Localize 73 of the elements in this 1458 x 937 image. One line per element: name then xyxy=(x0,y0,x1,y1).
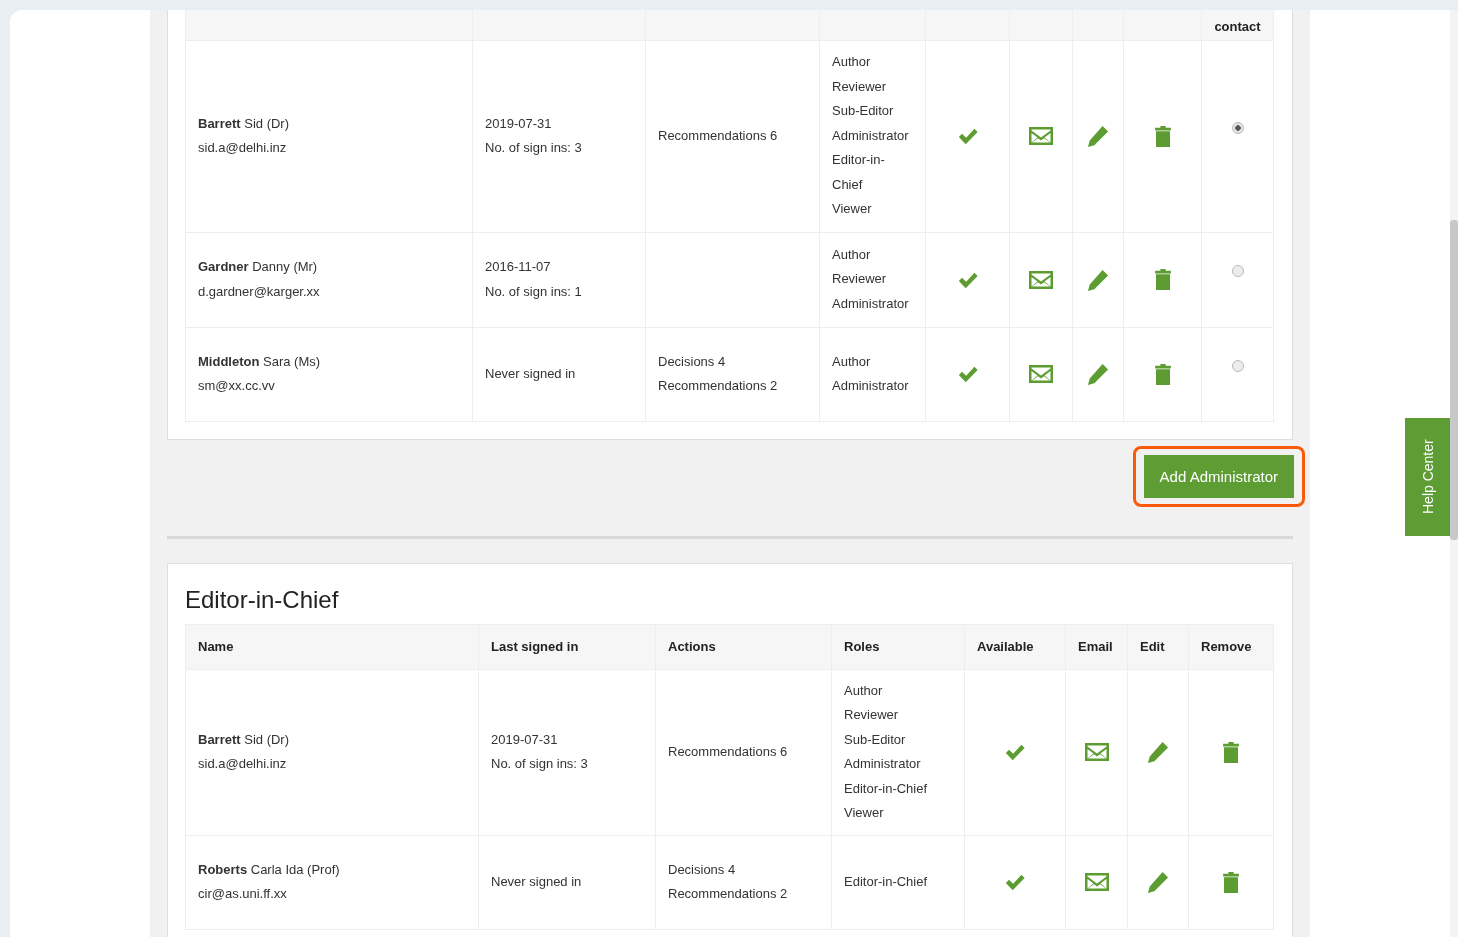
role-name: Editor-in-Chief xyxy=(844,872,929,891)
role-name: Sub-Editor xyxy=(844,730,907,749)
role-name: Author xyxy=(844,681,884,700)
action-count: Recommendations 6 xyxy=(658,126,779,145)
pencil-icon[interactable] xyxy=(1087,125,1109,147)
role-name: Administrator xyxy=(844,755,922,773)
scrollbar[interactable] xyxy=(1450,10,1458,937)
add-administrator-button[interactable]: Add Administrator xyxy=(1143,454,1294,498)
role-name: Administrator xyxy=(832,294,910,313)
trash-icon[interactable] xyxy=(1153,269,1172,290)
radio-button[interactable] xyxy=(1231,265,1244,277)
sign-in-info: Never signed in xyxy=(485,364,577,383)
column-header: Last signed in xyxy=(491,639,579,654)
pencil-icon[interactable] xyxy=(1147,871,1169,893)
radio-button[interactable] xyxy=(1231,359,1244,372)
user-name: Roberts Carla Ida (Prof) xyxy=(198,860,341,879)
user-name: Gardner Danny (Mr) xyxy=(198,258,319,276)
user-email: sid.a@delhi.inz xyxy=(198,755,288,773)
pencil-icon[interactable] xyxy=(1147,741,1169,763)
role-name: Administrator xyxy=(832,126,910,145)
action-count: Recommendations 6 xyxy=(668,742,789,761)
trash-icon[interactable] xyxy=(1153,363,1172,385)
user-email: sm@xx.cc.vv xyxy=(198,377,276,395)
pencil-icon[interactable] xyxy=(1087,363,1109,385)
column-header: contact xyxy=(1214,18,1261,34)
column-header: Email xyxy=(1078,639,1113,654)
sign-in-info: No. of sign ins: 3 xyxy=(485,139,583,157)
role-name: Author xyxy=(832,245,872,264)
role-name: Author xyxy=(832,53,872,72)
envelope-icon[interactable] xyxy=(1029,365,1053,383)
sign-in-info: 2016-11-07 xyxy=(485,258,552,276)
column-header: Actions xyxy=(668,639,716,654)
radio-button[interactable] xyxy=(1231,121,1244,134)
column-header: Edit xyxy=(1140,639,1165,654)
sign-in-info: 2019-07-31 xyxy=(491,730,559,749)
trash-icon[interactable] xyxy=(1222,871,1240,893)
action-count: Recommendations 2 xyxy=(668,885,789,903)
envelope-icon[interactable] xyxy=(1084,743,1109,761)
pencil-icon[interactable] xyxy=(1087,268,1109,291)
sign-in-info: No. of sign ins: 1 xyxy=(485,282,583,301)
role-name: Sub-Editor xyxy=(832,102,895,121)
role-name: Editor-in-Chief xyxy=(844,779,929,798)
column-header: Remove xyxy=(1201,639,1252,654)
action-count: Decisions 4 xyxy=(668,860,737,879)
column-header: Name xyxy=(198,639,234,654)
role-name: Reviewer xyxy=(832,77,888,96)
envelope-icon[interactable] xyxy=(1029,270,1053,289)
role-name: Editor-in-Chief xyxy=(832,151,886,194)
column-header: Available xyxy=(977,639,1034,654)
envelope-icon[interactable] xyxy=(1084,873,1109,891)
role-name: Author xyxy=(832,352,872,371)
trash-icon[interactable] xyxy=(1153,125,1172,147)
help-center-tab[interactable]: Help Center xyxy=(1405,418,1450,536)
user-name: Barrett Sid (Dr) xyxy=(198,114,290,133)
role-name: Reviewer xyxy=(832,270,888,289)
trash-icon[interactable] xyxy=(1222,741,1240,763)
sign-in-info: 2019-07-31 xyxy=(485,114,553,133)
user-name: Barrett Sid (Dr) xyxy=(198,730,290,749)
column-header: Roles xyxy=(844,639,880,654)
role-name: Administrator xyxy=(832,377,910,395)
user-email: cir@as.uni.ff.xx xyxy=(198,885,288,903)
role-name: Reviewer xyxy=(844,706,900,724)
sign-in-info: No. of sign ins: 3 xyxy=(491,755,589,773)
action-count: Decisions 4 xyxy=(658,352,727,371)
role-name: Viewer xyxy=(844,804,885,822)
user-email: d.gardner@karger.xx xyxy=(198,282,321,301)
user-email: sid.a@delhi.inz xyxy=(198,139,288,157)
user-name: Middleton Sara (Ms) xyxy=(198,352,322,371)
action-count: Recommendations 2 xyxy=(658,377,779,395)
sign-in-info: Never signed in xyxy=(491,872,583,891)
role-name: Viewer xyxy=(832,200,873,219)
envelope-icon[interactable] xyxy=(1029,127,1053,145)
section-title: Editor-in-Chief xyxy=(185,585,340,614)
